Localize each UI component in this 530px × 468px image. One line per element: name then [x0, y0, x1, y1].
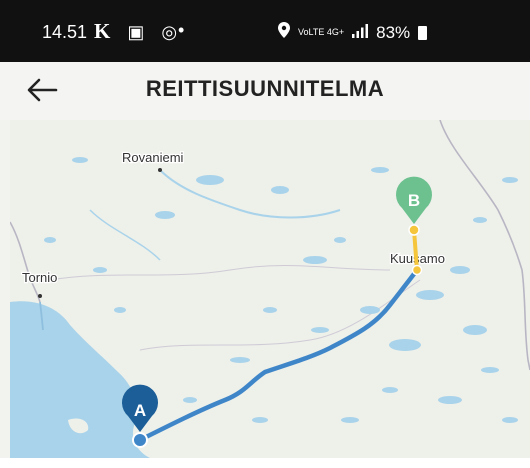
more-notifications-dot: • — [178, 20, 185, 40]
bottom-sheet-edge — [0, 458, 530, 468]
network-type: VoLTE 4G+ — [298, 27, 345, 37]
place-label-tornio: Tornio — [22, 270, 57, 285]
app-header: REITTISUUNNITELMA — [0, 62, 530, 120]
start-point — [132, 432, 148, 448]
status-right: VoLTE 4G+ 83% — [278, 22, 428, 43]
battery-icon — [418, 25, 428, 40]
place-label-rovaniemi: Rovaniemi — [122, 150, 184, 165]
route-map[interactable]: Rovaniemi Tornio Kuusamo A B — [10, 120, 530, 458]
camera-notification-icon: ▣ — [127, 22, 151, 42]
status-bar: 14.51 K ▣ ◎ • VoLTE 4G+ 83% — [0, 0, 530, 62]
page-title: REITTISUUNNITELMA — [145, 76, 385, 101]
location-icon — [278, 22, 290, 43]
battery-level: 83% — [376, 22, 411, 42]
k-app-icon: K — [94, 19, 117, 43]
kuusamo-stop — [411, 264, 423, 276]
end-marker-label: B — [408, 191, 420, 210]
signal-icon — [352, 23, 369, 43]
status-left-icons: K ▣ ◎ — [94, 19, 183, 44]
start-marker-label: A — [134, 401, 146, 420]
rovaniemi-dot — [158, 168, 162, 172]
status-time: 14.51 — [42, 22, 88, 42]
end-point — [408, 224, 420, 236]
tornio-dot — [38, 294, 42, 298]
